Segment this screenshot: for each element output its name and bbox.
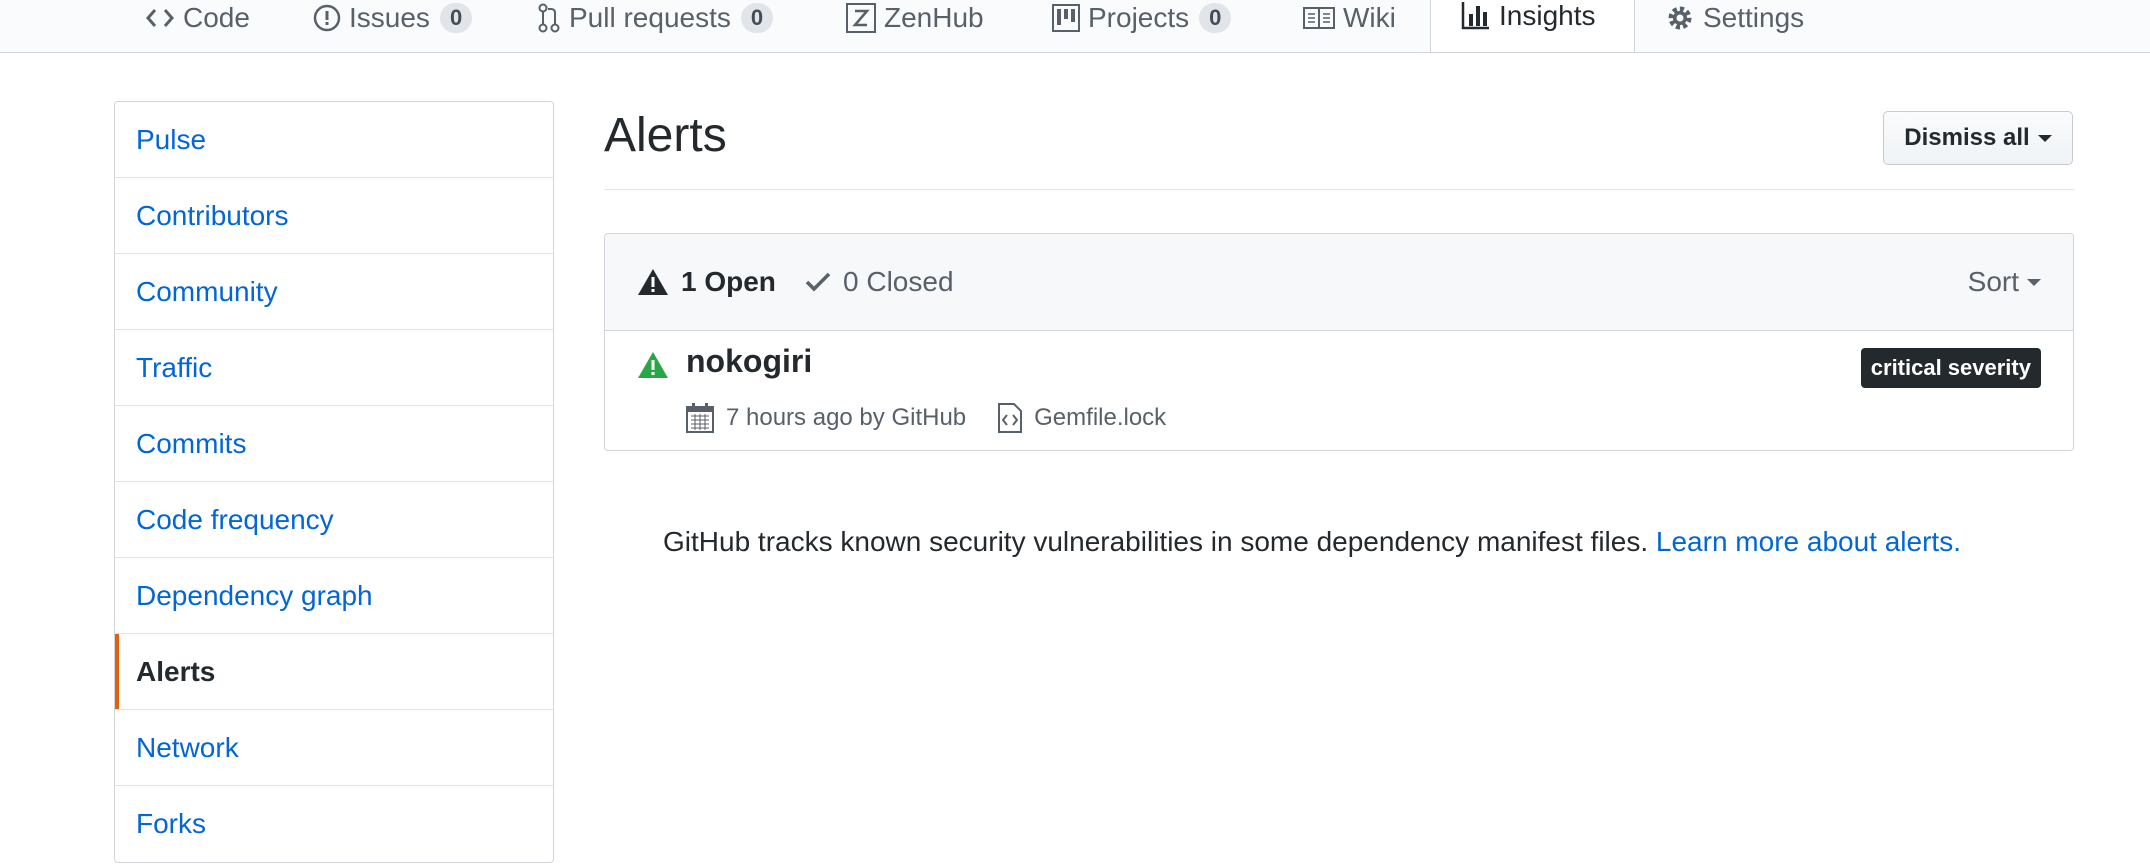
closed-alerts-filter[interactable]: 0 Closed	[805, 234, 954, 330]
project-icon	[1052, 4, 1080, 32]
sort-dropdown[interactable]: Sort	[1968, 234, 2041, 330]
tab-label: Settings	[1703, 2, 1805, 33]
pull-requests-counter: 0	[740, 3, 774, 33]
pull-request-icon	[537, 3, 561, 33]
tab-label: Projects	[1088, 2, 1190, 33]
tab-label: Pull requests	[569, 2, 731, 33]
sidebar-item-alerts[interactable]: Alerts	[115, 634, 553, 710]
tab-zenhub[interactable]: ZenHub	[846, 0, 984, 36]
sidebar-item-traffic[interactable]: Traffic	[115, 330, 553, 406]
alert-icon	[637, 268, 669, 296]
alert-icon	[637, 351, 669, 384]
tab-label: Insights	[1499, 0, 1596, 31]
open-count-label: 1 Open	[681, 266, 776, 297]
calendar-icon	[686, 403, 714, 433]
tab-settings[interactable]: Settings	[1665, 0, 1804, 36]
gear-icon	[1665, 3, 1695, 33]
sidebar-item-commits[interactable]: Commits	[115, 406, 553, 482]
sidebar-item-forks[interactable]: Forks	[115, 786, 553, 862]
learn-more-link[interactable]: Learn more about alerts.	[1656, 526, 1961, 557]
tab-projects[interactable]: Projects 0	[1052, 0, 1232, 36]
alert-file-link[interactable]: Gemfile.lock	[1034, 404, 1166, 432]
issues-counter: 0	[439, 3, 473, 33]
alert-item[interactable]: nokogiri 7 hours ago by GitHub Gemfile.l…	[605, 331, 2073, 450]
sidebar-item-code-frequency[interactable]: Code frequency	[115, 482, 553, 558]
dismiss-all-button[interactable]: Dismiss all	[1883, 111, 2073, 165]
tab-code[interactable]: Code	[145, 0, 250, 36]
check-icon	[805, 271, 831, 293]
zenhub-icon	[846, 3, 876, 33]
dismiss-all-label: Dismiss all	[1904, 124, 2030, 151]
sidebar-item-pulse[interactable]: Pulse	[115, 102, 553, 178]
repo-nav: Code Issues 0 Pull requests 0 ZenHub Pro…	[0, 0, 2150, 53]
sidebar-item-community[interactable]: Community	[115, 254, 553, 330]
file-code-icon	[998, 403, 1023, 433]
insights-sidebar: Pulse Contributors Community Traffic Com…	[114, 101, 554, 863]
alert-timestamp: 7 hours ago by GitHub	[726, 404, 967, 431]
alerts-notice: GitHub tracks known security vulnerabili…	[663, 526, 1961, 558]
projects-counter: 0	[1199, 3, 1232, 33]
sidebar-item-dependency-graph[interactable]: Dependency graph	[115, 558, 553, 634]
closed-count-label: 0 Closed	[843, 266, 954, 297]
tab-pull-requests[interactable]: Pull requests 0	[537, 0, 774, 36]
severity-badge: critical severity	[1860, 348, 2041, 388]
notice-text: GitHub tracks known security vulnerabili…	[663, 526, 1649, 557]
tab-insights[interactable]: Insights	[1430, 0, 1635, 52]
open-alerts-filter[interactable]: 1 Open	[637, 234, 776, 330]
sidebar-item-contributors[interactable]: Contributors	[115, 178, 553, 254]
caret-down-icon	[2037, 134, 2052, 142]
tab-label: ZenHub	[884, 2, 984, 33]
alerts-list: 1 Open 0 Closed Sort nokogiri 7 hours ag…	[604, 233, 2074, 451]
tab-issues[interactable]: Issues 0	[313, 0, 473, 36]
alert-title-link[interactable]: nokogiri	[686, 343, 812, 380]
book-icon	[1303, 6, 1335, 30]
sort-label: Sort	[1967, 266, 2019, 297]
graph-icon	[1461, 0, 1491, 30]
alert-meta: 7 hours ago by GitHub Gemfile.lock	[686, 403, 1166, 433]
issue-icon	[313, 4, 341, 32]
sidebar-item-network[interactable]: Network	[115, 710, 553, 786]
page-title: Alerts	[604, 109, 727, 162]
tab-wiki[interactable]: Wiki	[1303, 0, 1396, 36]
code-icon	[145, 6, 175, 30]
tab-label: Issues	[349, 2, 430, 33]
tab-label: Wiki	[1343, 2, 1396, 33]
tab-label: Code	[183, 2, 250, 33]
alerts-list-header: 1 Open 0 Closed Sort	[605, 234, 2073, 331]
caret-down-icon	[2027, 278, 2041, 286]
title-divider	[604, 189, 2074, 190]
